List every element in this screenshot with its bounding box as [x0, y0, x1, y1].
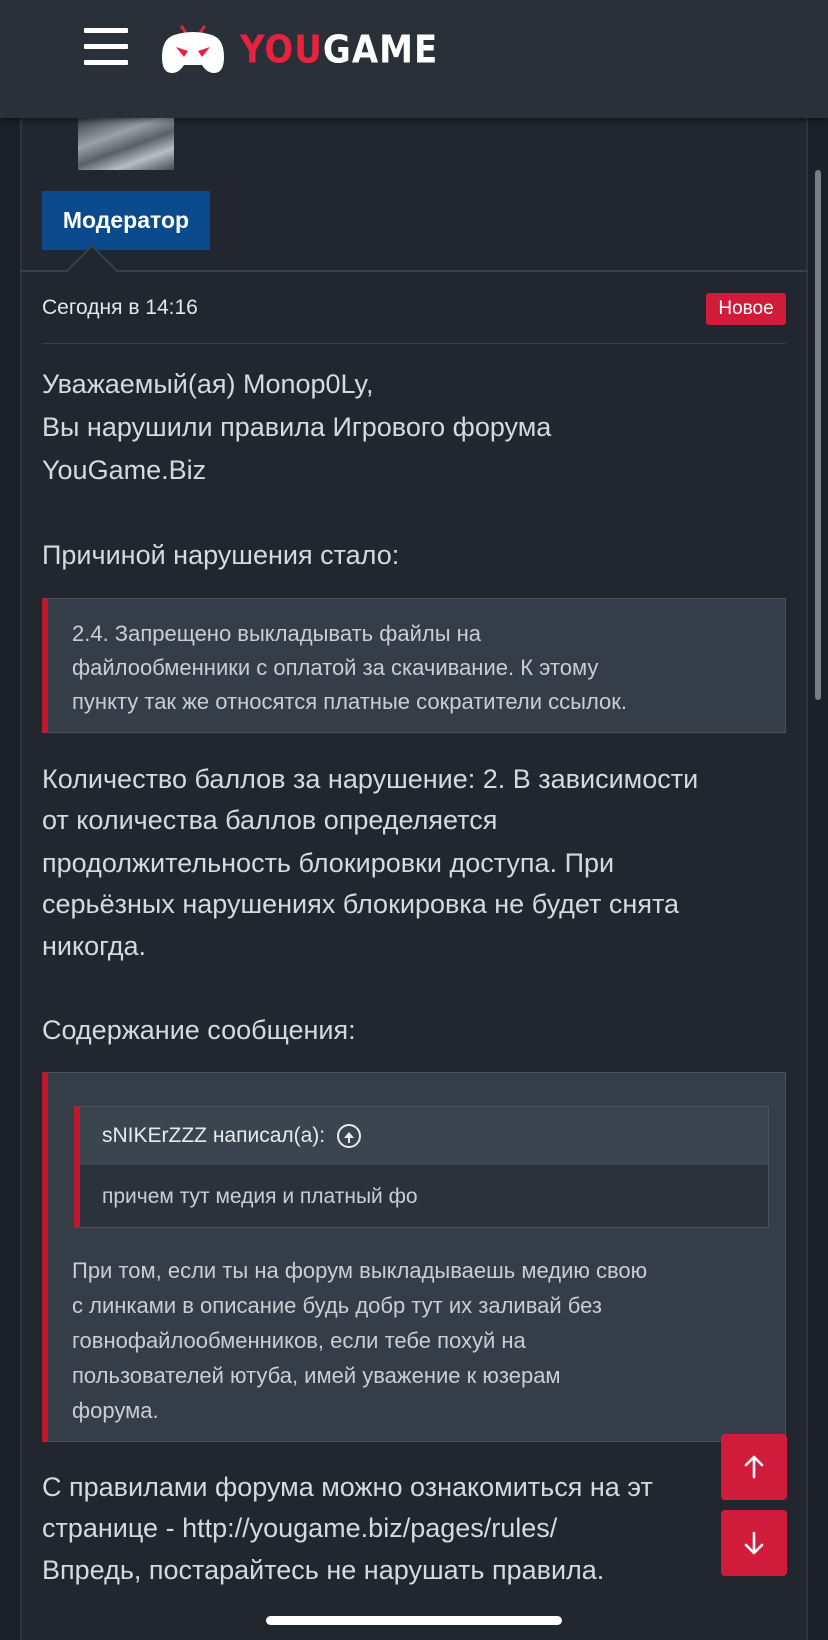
- scroll-down-button[interactable]: [721, 1510, 787, 1576]
- scrollbar[interactable]: [815, 170, 821, 700]
- footer-line: С правилами форума можно ознакомиться на…: [42, 1472, 653, 1502]
- content-quote-line: с линками в описание будь добр тут их за…: [72, 1293, 602, 1318]
- footer-line: Впредь, постарайтесь не нарушать правила…: [42, 1555, 605, 1585]
- jump-to-post-icon[interactable]: [337, 1124, 362, 1148]
- points-line: Количество баллов за нарушение: 2. В зав…: [42, 764, 699, 794]
- user-avatar[interactable]: [78, 118, 174, 170]
- rule-quote: 2.4. Запрещено выкладывать файлы на файл…: [42, 598, 786, 733]
- content-quote-line: пользователей ютуба, имей уважение к юзе…: [72, 1363, 561, 1388]
- date-divider: [42, 343, 786, 344]
- post-separator: [20, 270, 808, 272]
- scroll-up-button[interactable]: [721, 1434, 787, 1500]
- logo-text-you: YOU: [240, 27, 323, 73]
- top-header: YOUGAME: [0, 0, 828, 118]
- nested-quote-author[interactable]: sNIKErZZZ написал(а):: [102, 1124, 325, 1148]
- content-quote-line: При том, если ты на форум выкладываешь м…: [72, 1258, 648, 1283]
- content-quote-line: говнофайлообменников, если тебе похуй на: [72, 1328, 526, 1353]
- new-badge: Новое: [706, 293, 786, 325]
- points-line: серьёзных нарушениях блокировка не будет…: [42, 889, 680, 919]
- rule-quote-line: пункту так же относятся платные сократит…: [72, 689, 628, 714]
- greeting-text: Уважаемый(ая) Monop0Ly,: [42, 369, 374, 399]
- hamburger-menu-icon[interactable]: [84, 28, 128, 65]
- nested-quote: sNIKErZZZ написал(а): причем тут медия и…: [74, 1106, 769, 1228]
- gamepad-logo-icon: [162, 25, 224, 73]
- role-badge: Модератор: [42, 191, 210, 250]
- arrow-up-icon: [744, 1455, 764, 1479]
- rule-quote-line: 2.4. Запрещено выкладывать файлы на: [72, 621, 482, 646]
- footer-line: странице - http://yougame.biz/pages/rule…: [42, 1513, 558, 1543]
- rule-quote-line: файлообменники с оплатой за скачивание. …: [72, 655, 599, 680]
- points-line: от количества баллов определяется: [42, 805, 498, 835]
- home-indicator: [266, 1616, 562, 1625]
- post-date[interactable]: Сегодня в 14:16: [42, 296, 198, 320]
- violation-text-line2: YouGame.Biz: [42, 455, 207, 485]
- nested-quote-header[interactable]: sNIKErZZZ написал(а):: [80, 1107, 768, 1165]
- violation-text-line1: Вы нарушили правила Игрового форума: [42, 412, 552, 442]
- content-label: Содержание сообщения:: [42, 1015, 356, 1045]
- content-quote: sNIKErZZZ написал(а): причем тут медия и…: [42, 1072, 786, 1442]
- site-logo[interactable]: YOUGAME: [160, 20, 438, 80]
- arrow-down-icon: [744, 1531, 764, 1555]
- logo-text-game: GAME: [322, 27, 439, 73]
- points-line: продолжительность блокировки доступа. Пр…: [42, 848, 615, 878]
- nested-quote-text: причем тут медия и платный фо: [102, 1185, 418, 1208]
- points-line: никогда.: [42, 931, 147, 961]
- reason-label: Причиной нарушения стало:: [42, 540, 400, 570]
- content-quote-line: форума.: [72, 1398, 159, 1423]
